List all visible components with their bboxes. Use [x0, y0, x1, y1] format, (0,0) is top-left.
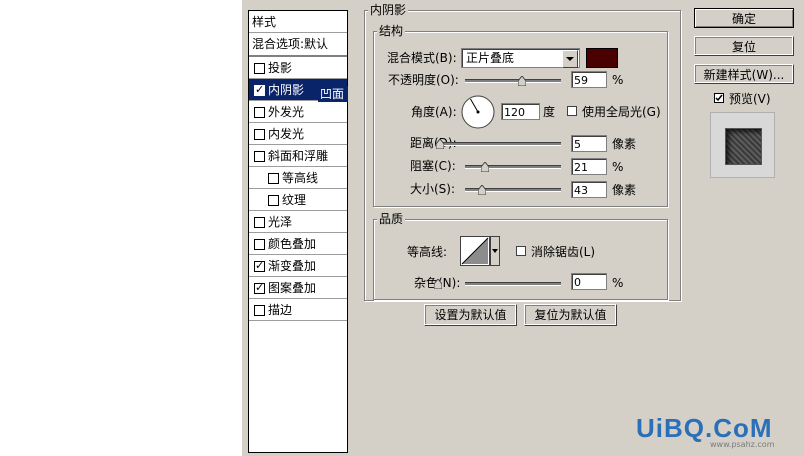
noise-slider-track[interactable] — [465, 282, 561, 286]
noise-unit: % — [612, 276, 624, 290]
contour-label: 等高线: — [407, 245, 448, 259]
noise-input[interactable]: 0 — [571, 273, 607, 290]
style-item-2[interactable]: 外发光 — [249, 101, 347, 123]
preview-checkbox[interactable] — [714, 93, 724, 103]
blending-options-item[interactable]: 混合选项:默认 — [249, 33, 347, 57]
structure-title: 结构 — [377, 24, 406, 38]
angle-unit: 度 — [543, 105, 556, 119]
style-item-label: 内发光 — [268, 127, 305, 141]
reset-button[interactable]: 复位 — [694, 36, 794, 56]
size-input[interactable]: 43 — [571, 181, 607, 198]
noise-slider-thumb[interactable] — [434, 279, 442, 289]
style-item-3[interactable]: 内发光 — [249, 123, 347, 145]
style-item-checkbox[interactable] — [254, 151, 265, 162]
style-item-checkbox[interactable] — [254, 80, 265, 100]
opacity-input[interactable]: 59 — [571, 71, 607, 88]
reset-to-default-button[interactable]: 复位为默认值 — [524, 304, 617, 326]
distance-slider-track[interactable] — [438, 142, 561, 146]
style-item-label: 斜面和浮雕 — [268, 149, 329, 163]
style-item-label: 渐变叠加 — [268, 259, 317, 273]
style-item-label: 图案叠加 — [268, 281, 317, 295]
style-item-label: 等高线 — [282, 171, 319, 185]
chevron-down-icon[interactable] — [562, 50, 578, 68]
style-item-11[interactable]: 描边 — [249, 299, 347, 321]
style-item-label: 纹理 — [282, 193, 307, 207]
style-item-checkbox[interactable] — [254, 256, 265, 276]
contour-picker[interactable] — [460, 236, 500, 266]
style-item-checkbox[interactable] — [268, 195, 279, 206]
style-preview — [710, 112, 775, 178]
style-item-7[interactable]: 光泽 — [249, 211, 347, 233]
shadow-color-swatch[interactable] — [586, 48, 618, 68]
size-label: 大小(S): — [410, 182, 456, 196]
opacity-slider-thumb[interactable] — [517, 76, 526, 86]
distance-input[interactable]: 5 — [571, 135, 607, 152]
styles-header-label: 样式 — [252, 15, 277, 29]
preview-swatch — [725, 128, 762, 165]
blending-options-label: 混合选项:默认 — [252, 37, 329, 51]
style-item-checkbox[interactable] — [254, 107, 265, 118]
choke-slider-track[interactable] — [465, 165, 561, 169]
opacity-slider-track[interactable] — [465, 79, 561, 83]
style-item-label: 颜色叠加 — [268, 237, 317, 251]
style-item-checkbox[interactable] — [254, 217, 265, 228]
tooltip: 凹面 — [318, 86, 348, 102]
size-unit: 像素 — [612, 183, 637, 197]
watermark-url: www.psahz.com — [710, 440, 775, 449]
opacity-unit: % — [612, 73, 624, 87]
style-item-0[interactable]: 投影 — [249, 57, 347, 79]
style-item-6[interactable]: 纹理 — [249, 189, 347, 211]
anti-alias-checkbox[interactable] — [516, 246, 526, 256]
style-item-checkbox[interactable] — [254, 129, 265, 140]
style-item-label: 光泽 — [268, 215, 293, 229]
style-item-5[interactable]: 等高线 — [249, 167, 347, 189]
style-item-checkbox[interactable] — [254, 305, 265, 316]
distance-unit: 像素 — [612, 137, 637, 151]
blend-mode-label: 混合模式(B): — [387, 51, 457, 65]
blend-mode-select[interactable]: 正片叠底 — [461, 48, 580, 68]
style-item-checkbox[interactable] — [268, 173, 279, 184]
use-global-light-label: 使用全局光(G) — [582, 105, 661, 119]
inner-shadow-title: 内阴影 — [368, 3, 409, 17]
style-item-checkbox[interactable] — [254, 63, 265, 74]
choke-label: 阻塞(C): — [410, 159, 456, 173]
style-item-10[interactable]: 图案叠加 — [249, 277, 347, 299]
style-item-8[interactable]: 颜色叠加 — [249, 233, 347, 255]
angle-input[interactable]: 120 — [501, 103, 540, 120]
preview-label: 预览(V) — [729, 92, 771, 106]
ok-button[interactable]: 确定 — [694, 8, 794, 28]
new-style-button[interactable]: 新建样式(W)... — [694, 64, 794, 84]
style-list-header[interactable]: 样式 — [249, 11, 347, 33]
style-item-4[interactable]: 斜面和浮雕 — [249, 145, 347, 167]
blend-mode-value: 正片叠底 — [466, 51, 515, 65]
choke-slider-thumb[interactable] — [481, 162, 490, 172]
make-default-button[interactable]: 设置为默认值 — [424, 304, 517, 326]
opacity-label: 不透明度(O): — [388, 73, 459, 87]
choke-input[interactable]: 21 — [571, 158, 607, 175]
angle-label: 角度(A): — [411, 105, 457, 119]
style-list: 样式 混合选项:默认 投影内阴影外发光内发光斜面和浮雕等高线纹理光泽颜色叠加渐变… — [248, 10, 348, 453]
distance-slider-thumb[interactable] — [436, 139, 445, 149]
size-slider-thumb[interactable] — [477, 185, 486, 195]
anti-alias-label: 消除锯齿(L) — [531, 245, 596, 259]
style-item-checkbox[interactable] — [254, 239, 265, 250]
quality-title: 品质 — [377, 212, 406, 226]
style-item-label: 内阴影 — [268, 83, 305, 97]
choke-unit: % — [612, 160, 624, 174]
style-item-label: 外发光 — [268, 105, 305, 119]
style-item-9[interactable]: 渐变叠加 — [249, 255, 347, 277]
style-item-checkbox[interactable] — [254, 278, 265, 298]
style-item-label: 投影 — [268, 61, 293, 75]
style-item-label: 描边 — [268, 303, 293, 317]
use-global-light-checkbox[interactable] — [567, 106, 577, 116]
angle-dial[interactable] — [460, 94, 496, 130]
